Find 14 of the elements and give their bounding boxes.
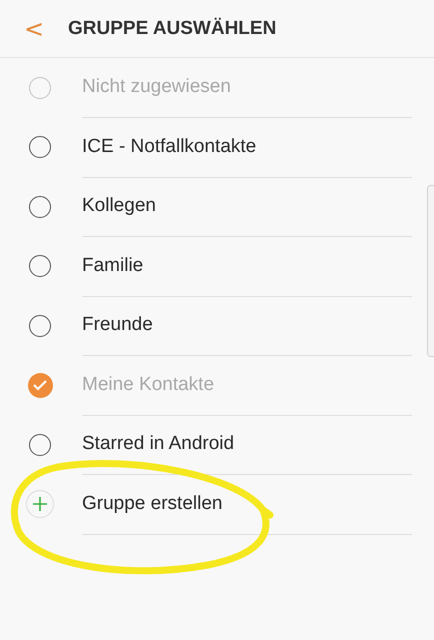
group-label[interactable]: Freunde	[82, 314, 153, 336]
screen-title: GRUPPE AUSWÄHLEN	[68, 18, 276, 40]
radio-button[interactable]	[29, 196, 51, 218]
radio-button[interactable]	[29, 434, 51, 456]
radio-button[interactable]	[29, 314, 51, 337]
check-icon	[33, 379, 47, 392]
group-label[interactable]: Starred in Android	[82, 433, 234, 456]
group-label[interactable]: Familie	[82, 254, 144, 277]
radio-button[interactable]	[29, 136, 51, 158]
group-label[interactable]: Gruppe erstellen	[82, 492, 222, 515]
group-label[interactable]: ICE - Notfallkontakte	[82, 136, 256, 158]
radio-button[interactable]	[29, 255, 51, 278]
group-label[interactable]: Kollegen	[82, 195, 156, 218]
plus-icon[interactable]	[26, 490, 54, 518]
